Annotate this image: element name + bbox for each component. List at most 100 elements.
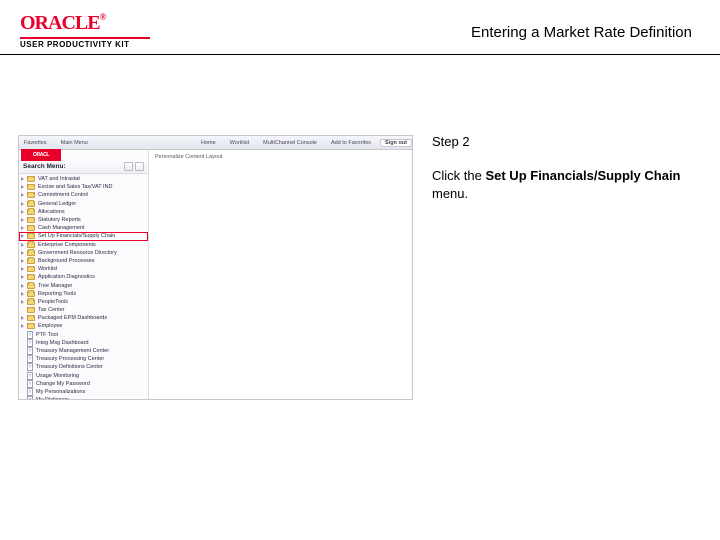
logo-text: ORACLE® — [20, 12, 150, 35]
nav-refresh-icon[interactable] — [124, 162, 133, 171]
folder-icon — [27, 242, 35, 248]
folder-icon — [27, 209, 35, 215]
expand-icon — [21, 275, 24, 279]
favorites-link[interactable]: Favorites — [19, 140, 52, 146]
nav-item[interactable]: Change My Password — [19, 380, 148, 388]
nav-item[interactable]: Allocations — [19, 208, 148, 216]
nav-item[interactable]: Tree Manager — [19, 281, 148, 289]
nav-item[interactable]: Excise and Sales Tax/VAT IND — [19, 183, 148, 191]
nav-item[interactable]: Enterprise Components — [19, 241, 148, 249]
nav-item-label: Tree Manager — [38, 283, 72, 289]
expand-icon — [21, 210, 24, 214]
document-icon — [27, 396, 33, 400]
document-icon — [27, 380, 33, 388]
nav-item-label: VAT and Intrastat — [38, 176, 80, 182]
page-header: ORACLE® USER PRODUCTIVITY KIT Entering a… — [0, 0, 720, 54]
nav-item-label: Allocations — [38, 209, 65, 215]
nav-item-label: Application Diagnostics — [38, 274, 95, 280]
nav-item-label: Cash Management — [38, 225, 84, 231]
nav-item[interactable]: Statutory Reports — [19, 216, 148, 224]
expand-icon — [21, 234, 24, 238]
folder-icon — [27, 192, 35, 198]
nav-item[interactable]: Treasury Processing Center — [19, 355, 148, 363]
folder-icon — [27, 225, 35, 231]
expand-icon — [21, 267, 24, 271]
brand-tag: ORACL — [21, 149, 61, 161]
folder-icon — [27, 274, 35, 280]
nav-item[interactable]: Government Resource Directory — [19, 249, 148, 257]
nav-item[interactable]: Tax Center — [19, 306, 148, 314]
nav-item[interactable]: Application Diagnostics — [19, 273, 148, 281]
expand-icon — [21, 193, 24, 197]
add-favorites-link[interactable]: Add to Favorites — [326, 140, 376, 146]
oracle-logo: ORACLE® USER PRODUCTIVITY KIT — [20, 12, 150, 49]
nav-menu: VAT and IntrastatExcise and Sales Tax/VA… — [19, 174, 148, 400]
nav-item-label: My Dictionary — [36, 397, 69, 400]
registered-icon: ® — [100, 12, 106, 22]
nav-item[interactable]: Treasury Management Center — [19, 347, 148, 355]
nav-item[interactable]: Employee — [19, 322, 148, 330]
nav-item[interactable]: Commitment Control — [19, 191, 148, 199]
nav-item[interactable]: Worklist — [19, 265, 148, 273]
folder-icon — [27, 176, 35, 182]
nav-item[interactable]: Packaged EPM Dashboards — [19, 314, 148, 322]
folder-icon — [27, 233, 35, 239]
expand-icon — [21, 292, 24, 296]
nav-item[interactable]: Treasury Definitions Center — [19, 363, 148, 371]
nav-item[interactable]: Background Processes — [19, 257, 148, 265]
nav-item-label: Background Processes — [38, 258, 95, 264]
logo-subtitle: USER PRODUCTIVITY KIT — [20, 40, 150, 49]
nav-item[interactable]: My Dictionary — [19, 396, 148, 400]
sign-out-link[interactable]: Sign out — [380, 139, 412, 147]
expand-icon — [21, 226, 24, 230]
nav-item[interactable]: General Ledger — [19, 200, 148, 208]
personalize-bar[interactable]: Personalize Content Layout — [155, 154, 406, 160]
multichannel-link[interactable]: MultiChannel Console — [258, 140, 322, 146]
nav-item[interactable]: Reporting Tools — [19, 290, 148, 298]
nav-item[interactable]: Cash Management — [19, 224, 148, 232]
expand-icon — [21, 243, 24, 247]
header-rule — [0, 54, 720, 55]
nav-item-label: Government Resource Directory — [38, 250, 117, 256]
expand-icon — [21, 324, 24, 328]
document-icon — [27, 339, 33, 347]
nav-item[interactable]: PeopleTools — [19, 298, 148, 306]
app-topbar: Favorites Main Menu Home Worklist MultiC… — [19, 136, 412, 150]
nav-item[interactable]: Usage Monitoring — [19, 372, 148, 380]
nav-item[interactable]: PTF Tool — [19, 331, 148, 339]
instruction-bold: Set Up Financials/Supply Chain — [485, 168, 680, 183]
nav-item-label: Usage Monitoring — [36, 373, 79, 379]
nav-item[interactable]: Integ Msg Dashboard — [19, 339, 148, 347]
instruction-after: menu. — [432, 186, 468, 201]
nav-item-label: My Personalizations — [36, 389, 85, 395]
home-link[interactable]: Home — [196, 140, 221, 146]
main-menu-link[interactable]: Main Menu — [56, 140, 93, 146]
nav-item-label: Treasury Management Center — [36, 348, 109, 354]
folder-icon — [27, 250, 35, 256]
nav-item-label: Employee — [38, 323, 62, 329]
nav-item-label: Statutory Reports — [38, 217, 81, 223]
nav-item-label: Commitment Control — [38, 192, 88, 198]
nav-item[interactable]: VAT and Intrastat — [19, 175, 148, 183]
nav-item-label: Packaged EPM Dashboards — [38, 315, 107, 321]
folder-icon — [27, 258, 35, 264]
expand-icon — [21, 259, 24, 263]
worklist-link[interactable]: Worklist — [225, 140, 254, 146]
nav-sidebar: ORACL Search Menu: VAT and IntrastatExci… — [19, 150, 149, 399]
expand-icon — [21, 185, 24, 189]
document-icon — [27, 372, 33, 380]
expand-icon — [21, 202, 24, 206]
folder-icon — [27, 217, 35, 223]
expand-icon — [21, 177, 24, 181]
instruction-before: Click the — [432, 168, 485, 183]
nav-item-label: Treasury Definitions Center — [36, 364, 103, 370]
logo-divider — [20, 37, 150, 39]
nav-item[interactable]: My Personalizations — [19, 388, 148, 396]
expand-icon — [21, 300, 24, 304]
expand-icon — [21, 251, 24, 255]
nav-item[interactable]: Set Up Financials/Supply Chain — [19, 232, 148, 240]
nav-collapse-icon[interactable] — [135, 162, 144, 171]
nav-header: Search Menu: — [19, 160, 148, 174]
nav-item-label: Treasury Processing Center — [36, 356, 104, 362]
document-icon — [27, 388, 33, 396]
